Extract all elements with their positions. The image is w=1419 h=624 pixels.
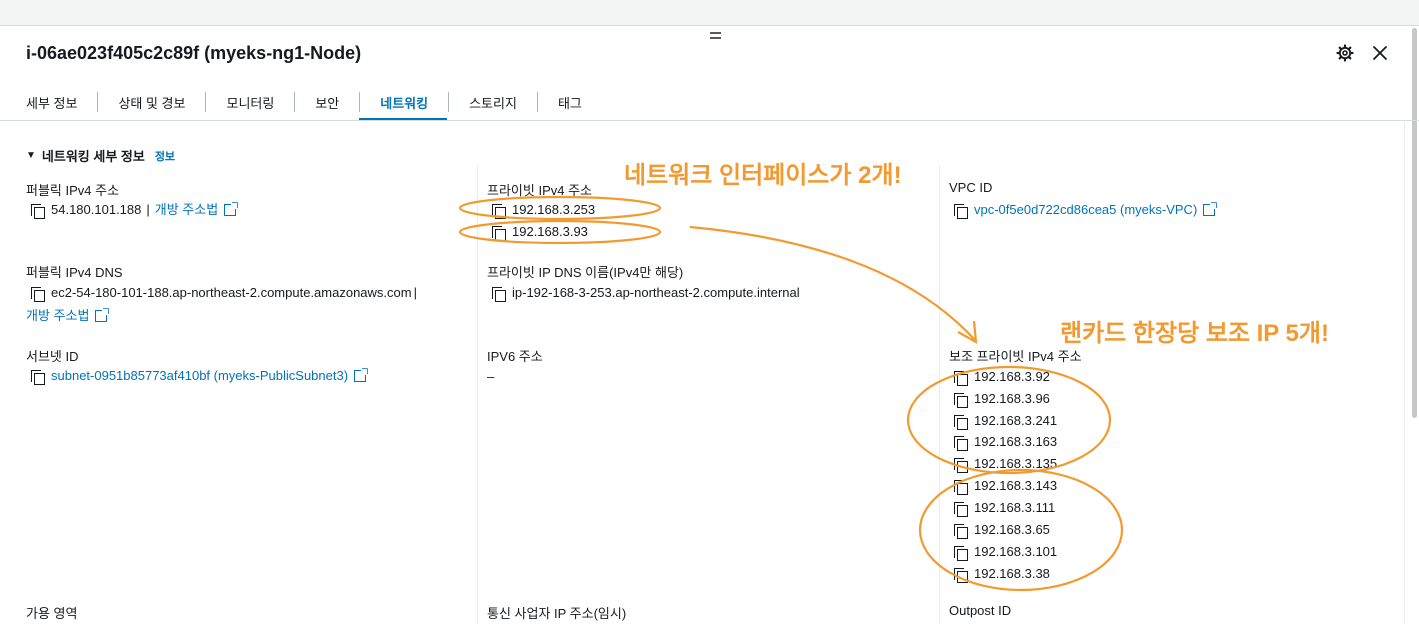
copy-icon[interactable] [952, 413, 968, 430]
secondary-ipv4-text: 192.168.3.65 [974, 522, 1050, 537]
secondary-ipv4-text: 192.168.3.163 [974, 434, 1058, 449]
secondary-ipv4-text: 192.168.3.96 [974, 391, 1050, 406]
private-ipv4-item: 192.168.3.93 [490, 223, 588, 241]
copy-icon[interactable] [952, 522, 968, 539]
private-ipv4-item: 192.168.3.253 [490, 201, 595, 219]
private-dns-label: 프라이빗 IP DNS 이름(IPv4만 해당) [487, 265, 684, 280]
secondary-ipv4-item: 192.168.3.143 [952, 477, 1057, 495]
copy-icon[interactable] [952, 369, 968, 386]
copy-icon[interactable] [952, 566, 968, 583]
panel-border [1404, 120, 1405, 624]
close-icon[interactable] [1369, 42, 1391, 64]
public-dns-open-link-row: 개방 주소법 [26, 307, 110, 325]
secondary-ipv4-text: 192.168.3.92 [974, 369, 1050, 384]
secondary-ipv4-item: 192.168.3.38 [952, 565, 1050, 583]
panel-title: i-06ae023f405c2c89f (myeks-ng1-Node) [26, 43, 362, 63]
external-link-icon[interactable] [1203, 202, 1218, 216]
tab-details[interactable]: 세부 정보 [26, 84, 97, 120]
copy-icon[interactable] [952, 456, 968, 473]
column-divider [477, 165, 478, 624]
copy-icon[interactable] [952, 434, 968, 451]
private-dns-text: ip-192-168-3-253.ap-northeast-2.compute.… [512, 285, 800, 300]
annotation-secondary-ips: 랜카드 한장당 보조 IP 5개! [1060, 320, 1329, 347]
column-divider [939, 165, 940, 624]
secondary-ipv4-text: 192.168.3.135 [974, 456, 1058, 471]
public-dns-text: ec2-54-180-101-188.ap-northeast-2.comput… [51, 285, 412, 300]
external-link-icon[interactable] [95, 308, 110, 322]
open-address-link[interactable]: 개방 주소법 [26, 307, 89, 325]
copy-icon[interactable] [952, 544, 968, 561]
public-ipv4-label: 퍼블릭 IPv4 주소 [26, 183, 120, 198]
availability-zone-label: 가용 영역 [26, 606, 78, 621]
top-bar [0, 0, 1419, 26]
annotation-network-interfaces: 네트워크 인터페이스가 2개! [624, 162, 902, 189]
scrollbar[interactable] [1412, 28, 1417, 418]
secondary-ipv4-item: 192.168.3.135 [952, 455, 1057, 473]
secondary-ipv4-item: 192.168.3.101 [952, 543, 1057, 561]
settings-icon[interactable] [1334, 42, 1356, 64]
annotation-arrowhead [957, 320, 978, 344]
copy-icon[interactable] [952, 500, 968, 517]
public-dns-label: 퍼블릭 IPv4 DNS [26, 265, 123, 280]
copy-icon[interactable] [490, 285, 506, 302]
public-ipv4-value: 54.180.101.188 | 개방 주소법 [29, 201, 238, 219]
tab-tags[interactable]: 태그 [538, 84, 602, 120]
subnet-id-link[interactable]: subnet-0951b85773af410bf (myeks-PublicSu… [51, 367, 348, 385]
vpc-id-link[interactable]: vpc-0f5e0d722cd86cea5 (myeks-VPC) [974, 201, 1197, 219]
private-ipv4-text: 192.168.3.93 [512, 224, 588, 239]
secondary-ipv4-item: 192.168.3.163 [952, 433, 1057, 451]
ipv6-label: IPV6 주소 [487, 349, 543, 364]
external-link-icon[interactable] [224, 202, 238, 216]
separator: | [413, 285, 417, 300]
tab-networking[interactable]: 네트워킹 [359, 84, 447, 121]
tab-bar: 세부 정보 상태 및 경보 모니터링 보안 네트워킹 스토리지 태그 [26, 84, 602, 121]
private-ipv4-text: 192.168.3.253 [512, 202, 596, 217]
external-link-icon[interactable] [354, 368, 368, 382]
copy-icon[interactable] [29, 368, 45, 385]
secondary-ipv4-item: 192.168.3.96 [952, 390, 1050, 408]
secondary-ipv4-text: 192.168.3.143 [974, 478, 1058, 493]
copy-icon[interactable] [490, 202, 506, 219]
copy-icon[interactable] [490, 224, 506, 241]
private-dns-value: ip-192-168-3-253.ap-northeast-2.compute.… [490, 284, 800, 302]
ipv6-value: – [487, 368, 495, 384]
section-header[interactable]: ▼ 네트워킹 세부 정보 정보 [26, 146, 175, 165]
resize-handle[interactable] [707, 28, 725, 42]
subnet-id-value: subnet-0951b85773af410bf (myeks-PublicSu… [29, 367, 368, 385]
secondary-ipv4-item: 192.168.3.111 [952, 499, 1055, 517]
tab-monitoring[interactable]: 모니터링 [206, 84, 294, 120]
carrier-ip-label: 통신 사업자 IP 주소(임시) [487, 606, 627, 621]
public-dns-value: ec2-54-180-101-188.ap-northeast-2.comput… [29, 284, 417, 302]
copy-icon[interactable] [952, 202, 968, 219]
secondary-ipv4-item: 192.168.3.241 [952, 412, 1057, 430]
copy-icon[interactable] [952, 478, 968, 495]
secondary-ipv4-text: 192.168.3.101 [974, 544, 1058, 559]
tabs-divider [0, 120, 1419, 121]
copy-icon[interactable] [29, 202, 45, 219]
subnet-id-label: 서브넷 ID [26, 349, 79, 364]
separator: | [146, 202, 150, 217]
secondary-ipv4-text: 192.168.3.241 [974, 413, 1058, 428]
info-link[interactable]: 정보 [155, 148, 175, 164]
open-address-link[interactable]: 개방 주소법 [155, 201, 218, 219]
secondary-ipv4-item: 192.168.3.92 [952, 368, 1050, 386]
outpost-id-label: Outpost ID [949, 603, 1012, 618]
tab-status-alarms[interactable]: 상태 및 경보 [98, 84, 205, 120]
copy-icon[interactable] [952, 391, 968, 408]
secondary-ipv4-label: 보조 프라이빗 IPv4 주소 [949, 349, 1082, 364]
section-title: 네트워킹 세부 정보 [41, 149, 145, 164]
tab-divider [359, 92, 361, 112]
copy-icon[interactable] [29, 285, 45, 302]
secondary-ipv4-item: 192.168.3.65 [952, 521, 1050, 539]
private-ipv4-label: 프라이빗 IPv4 주소 [487, 183, 592, 198]
tab-security[interactable]: 보안 [295, 84, 359, 120]
caret-down-icon[interactable]: ▼ [26, 150, 36, 161]
vpc-id-value: vpc-0f5e0d722cd86cea5 (myeks-VPC) [952, 201, 1218, 219]
secondary-ipv4-text: 192.168.3.111 [974, 500, 1056, 515]
vpc-id-label: VPC ID [949, 180, 993, 195]
secondary-ipv4-text: 192.168.3.38 [974, 566, 1050, 581]
public-ipv4-text: 54.180.101.188 [51, 202, 142, 217]
tab-storage[interactable]: 스토리지 [449, 84, 537, 120]
